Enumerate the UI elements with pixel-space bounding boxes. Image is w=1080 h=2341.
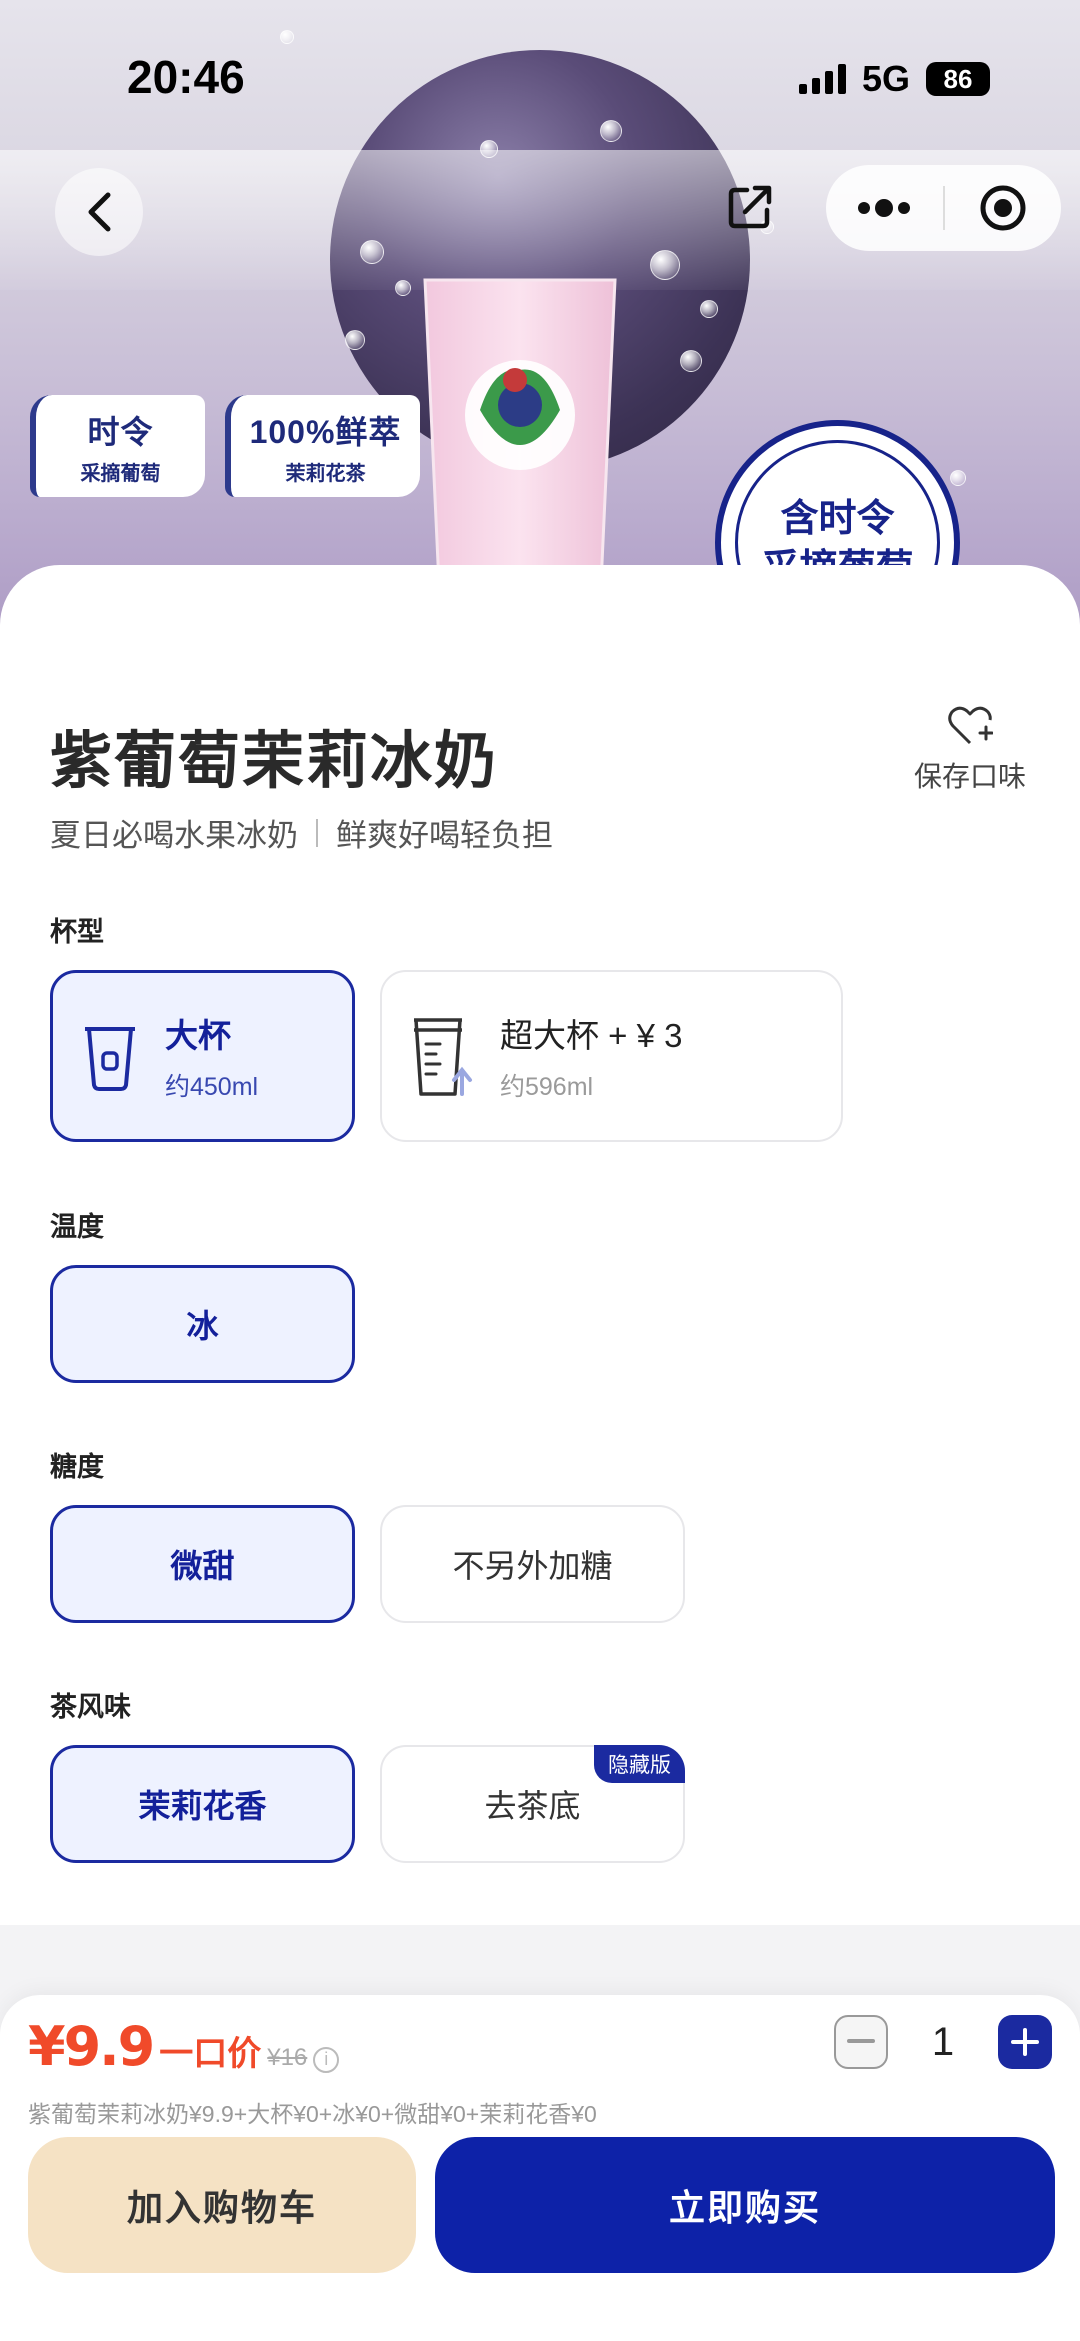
stamp-line: 含时令 xyxy=(780,494,895,540)
bubble xyxy=(280,30,294,44)
more-button[interactable] xyxy=(826,165,943,251)
bubble xyxy=(680,350,702,372)
option-light-sweet[interactable]: 微甜 xyxy=(50,1505,355,1623)
cup-icon xyxy=(85,1027,135,1091)
large-cup-icon xyxy=(414,1018,472,1096)
bubble xyxy=(600,120,622,142)
plus-icon xyxy=(1011,2028,1039,2056)
save-flavor-label: 保存口味 xyxy=(913,761,1026,792)
tag-subtitle: 茉莉花茶 xyxy=(285,462,366,485)
option-ice[interactable]: 冰 xyxy=(50,1265,355,1383)
option-jasmine[interactable]: 茉莉花香 xyxy=(50,1745,355,1863)
sweetness-label: 糖度 xyxy=(50,1452,104,1482)
option-no-added-sugar[interactable]: 不另外加糖 xyxy=(380,1505,685,1623)
product-subtitle: 夏日必喝水果冰奶 鲜爽好喝轻负担 xyxy=(50,810,553,855)
bubble xyxy=(480,140,498,158)
status-time: 20:46 xyxy=(127,51,245,103)
tag-subtitle: 采摘葡萄 xyxy=(80,462,161,485)
option-volume: 约450ml xyxy=(165,1073,259,1101)
checkout-bar: ¥9.9 一口价 ¥16 i 紫葡萄茉莉冰奶¥9.9+大杯¥0+冰¥0+微甜¥0… xyxy=(0,1995,1080,2341)
quantity-stepper: 1 xyxy=(834,2015,1052,2069)
increase-button[interactable] xyxy=(998,2015,1052,2069)
target-icon xyxy=(980,185,1026,231)
bubble xyxy=(395,280,411,296)
back-button[interactable] xyxy=(55,168,143,256)
seasonal-grape-tag: 时令 采摘葡萄 xyxy=(30,395,205,497)
original-price: ¥16 xyxy=(267,2044,308,2071)
add-to-cart-button[interactable]: 加入购物车 xyxy=(28,2137,416,2273)
bubble xyxy=(360,240,384,264)
option-name: 大杯 xyxy=(165,1017,231,1054)
jasmine-tea-tag: 100%鲜萃 茉莉花茶 xyxy=(225,395,420,497)
mini-program-capsule xyxy=(826,165,1061,251)
signal-icon xyxy=(798,64,846,94)
share-icon xyxy=(728,185,772,229)
hidden-menu-badge: 隐藏版 xyxy=(594,1745,685,1783)
more-dots-icon xyxy=(858,199,911,217)
save-flavor-button[interactable]: 保存口味 xyxy=(905,705,1035,795)
battery-icon: 86 xyxy=(926,62,990,96)
minus-icon xyxy=(847,2039,875,2043)
chevron-left-icon xyxy=(88,192,111,232)
cup-size-label: 杯型 xyxy=(50,917,104,947)
subtitle-b: 鲜爽好喝轻负担 xyxy=(336,818,553,853)
subtitle-divider xyxy=(316,818,318,847)
buy-now-button[interactable]: 立即购买 xyxy=(435,2137,1055,2273)
info-icon[interactable]: i xyxy=(313,2046,340,2073)
option-large-cup[interactable]: 大杯 约450ml xyxy=(50,970,355,1142)
price-row: ¥9.9 一口价 ¥16 i xyxy=(28,2015,340,2078)
fixed-price-label: 一口价 xyxy=(159,2035,262,2073)
share-button[interactable] xyxy=(715,172,785,242)
close-mini-program-button[interactable] xyxy=(945,165,1062,251)
product-detail-card: 紫葡萄茉莉冰奶 夏日必喝水果冰奶 鲜爽好喝轻负担 保存口味 杯型 大杯 约450… xyxy=(0,565,1080,1925)
bubble xyxy=(345,330,365,350)
option-volume: 约596ml xyxy=(500,1073,594,1101)
tea-flavor-label: 茶风味 xyxy=(50,1692,131,1722)
current-price: ¥9.9 xyxy=(28,2015,155,2078)
subtitle-a: 夏日必喝水果冰奶 xyxy=(50,818,298,853)
price-breakdown: 紫葡萄茉莉冰奶¥9.9+大杯¥0+冰¥0+微甜¥0+茉莉花香¥0 xyxy=(28,2101,597,2127)
option-name: 去茶底 xyxy=(484,1788,581,1824)
heart-plus-icon xyxy=(948,706,993,745)
quantity-value: 1 xyxy=(931,2019,955,2064)
tag-title: 100%鲜萃 xyxy=(249,413,402,450)
decrease-button[interactable] xyxy=(834,2015,888,2069)
product-title: 紫葡萄茉莉冰奶 xyxy=(50,727,499,796)
temperature-label: 温度 xyxy=(50,1212,104,1242)
network-type: 5G xyxy=(861,58,910,99)
status-icons: 5G 86 xyxy=(798,58,990,100)
option-no-tea-base[interactable]: 去茶底 隐藏版 xyxy=(380,1745,685,1863)
bubble xyxy=(950,470,966,486)
option-name: 超大杯 + ¥ 3 xyxy=(500,1017,683,1054)
option-extra-large-cup[interactable]: 超大杯 + ¥ 3 约596ml xyxy=(380,970,843,1142)
bubble xyxy=(700,300,718,318)
bubble xyxy=(650,250,680,280)
tag-title: 时令 xyxy=(87,413,154,450)
